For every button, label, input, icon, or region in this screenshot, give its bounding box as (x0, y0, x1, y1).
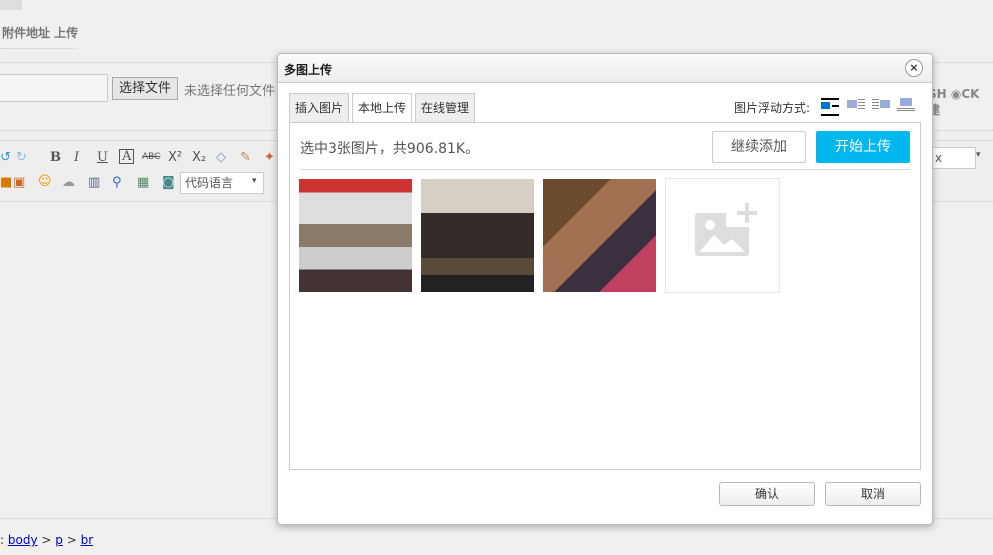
float-label: 图片浮动方式: (734, 101, 811, 115)
choose-file-button[interactable]: 选择文件 (112, 77, 179, 100)
multi-image-icon[interactable]: ▣ (13, 175, 25, 190)
continue-add-button[interactable]: 继续添加 (712, 131, 806, 163)
crumb-br[interactable]: br (81, 533, 94, 547)
cancel-button[interactable]: 取消 (825, 482, 921, 506)
multi-image-upload-dialog: 多图上传 × 插入图片 本地上传 在线管理 图片浮动方式: 选中3张图片，共90… (277, 53, 933, 525)
selection-info: 选中3张图片，共906.81K。 (300, 141, 480, 157)
insert-frame-icon[interactable]: ◙ (162, 175, 175, 190)
add-image-placeholder[interactable] (665, 178, 780, 293)
bold-icon[interactable]: B (50, 150, 61, 165)
tab-online-manage[interactable]: 在线管理 (415, 93, 476, 122)
divider (0, 48, 76, 49)
emotion-icon[interactable]: ☺ (38, 174, 52, 189)
video-icon[interactable]: ▥ (88, 175, 100, 190)
underline-icon[interactable]: U (97, 150, 108, 165)
divider (300, 169, 910, 170)
close-icon[interactable]: × (905, 59, 923, 77)
auto-format-icon[interactable]: ✦ (264, 150, 275, 165)
no-file-label: 未选择任何文件 (184, 84, 276, 99)
italic-icon[interactable]: I (74, 150, 79, 165)
font-select[interactable]: x (930, 147, 976, 169)
crumb-p[interactable]: p (55, 533, 63, 547)
chevron-down-icon[interactable]: ▾ (976, 150, 981, 160)
attachment-icon[interactable]: ⚲ (112, 175, 122, 190)
chevron-down-icon[interactable]: ▾ (252, 176, 257, 186)
font-border-icon[interactable]: A (119, 149, 135, 164)
tab-local-upload[interactable]: 本地上传 (352, 93, 413, 123)
float-left-icon[interactable] (847, 98, 865, 112)
scrawl-icon[interactable]: ☁ (62, 175, 75, 190)
dialog-title: 多图上传 (284, 63, 333, 77)
format-brush-icon[interactable]: ✎ (240, 150, 251, 165)
float-right-icon[interactable] (872, 98, 890, 112)
eraser-icon[interactable]: ◇ (216, 150, 226, 165)
float-center-icon[interactable] (897, 98, 915, 112)
image-thumbnail[interactable] (299, 179, 412, 292)
option-text[interactable]: SH ◉CK 建 (928, 87, 993, 118)
dialog-header (278, 54, 932, 83)
map-icon[interactable]: ▦ (137, 175, 149, 190)
image-icon[interactable]: ■ (0, 175, 12, 190)
attachment-url-input[interactable] (0, 74, 108, 102)
undo-icon[interactable]: ↺ (0, 150, 11, 165)
tab-insert-image[interactable]: 插入图片 (289, 93, 350, 122)
section-title: 附件地址 上传 (2, 26, 79, 40)
crumb-body[interactable]: body (8, 533, 38, 547)
superscript-icon[interactable]: X² (168, 150, 182, 165)
subscript-icon[interactable]: X₂ (192, 150, 206, 165)
logo-fragment (0, 0, 22, 10)
strikethrough-icon[interactable]: ABC (142, 152, 160, 162)
image-thumbnail[interactable] (421, 179, 534, 292)
start-upload-button[interactable]: 开始上传 (816, 131, 910, 163)
image-thumbnail[interactable] (543, 179, 656, 292)
float-none-icon[interactable] (821, 98, 839, 116)
element-path: : body > p > br (0, 533, 94, 547)
redo-icon[interactable]: ↻ (16, 150, 27, 165)
upload-panel: 选中3张图片，共906.81K。 继续添加 开始上传 (289, 122, 921, 470)
confirm-button[interactable]: 确认 (719, 482, 815, 506)
add-image-icon (695, 203, 757, 256)
